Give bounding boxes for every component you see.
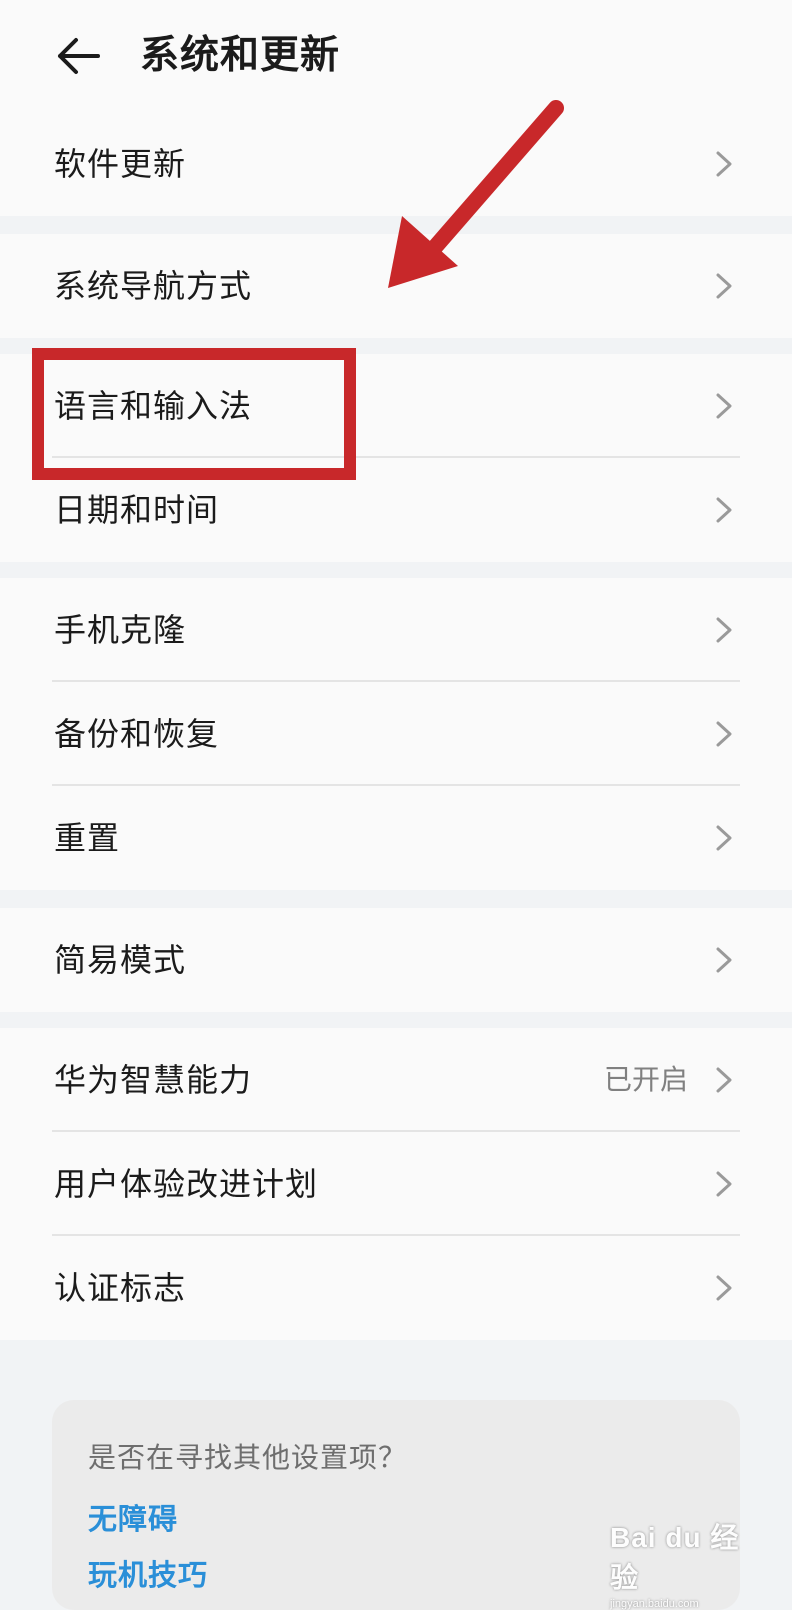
link-accessibility[interactable]: 无障碍 <box>88 1496 178 1538</box>
settings-item-label: 简易模式 <box>54 941 187 979</box>
settings-item-huawei-ai[interactable]: 华为智慧能力 已开启 <box>0 1028 792 1132</box>
chevron-right-icon <box>716 617 732 643</box>
settings-item-label: 手机克隆 <box>54 611 187 649</box>
settings-group-update: 软件更新 <box>0 112 792 216</box>
chevron-right-icon <box>716 151 732 177</box>
watermark-main: Bai du 经验 <box>610 1522 740 1593</box>
chevron-right-icon <box>716 721 732 747</box>
settings-item-language-input[interactable]: 语言和输入法 <box>0 354 792 458</box>
settings-item-system-navigation[interactable]: 系统导航方式 <box>0 234 792 338</box>
settings-item-certification[interactable]: 认证标志 <box>0 1236 792 1340</box>
chevron-right-icon <box>716 947 732 973</box>
settings-item-label: 华为智慧能力 <box>54 1061 253 1099</box>
settings-item-user-experience[interactable]: 用户体验改进计划 <box>0 1132 792 1236</box>
chevron-right-icon <box>716 1067 732 1093</box>
settings-group-huawei: 华为智慧能力 已开启 用户体验改进计划 认证标志 <box>0 1028 792 1340</box>
back-button[interactable] <box>50 30 106 82</box>
settings-item-label: 认证标志 <box>54 1269 187 1307</box>
settings-item-label: 备份和恢复 <box>54 715 220 753</box>
settings-group-simple-mode: 简易模式 <box>0 908 792 1012</box>
settings-item-label: 用户体验改进计划 <box>54 1165 319 1203</box>
settings-item-simple-mode[interactable]: 简易模式 <box>0 908 792 1012</box>
status-value: 已开启 <box>603 1063 688 1096</box>
settings-item-label: 软件更新 <box>54 145 187 183</box>
settings-item-reset[interactable]: 重置 <box>0 786 792 890</box>
settings-item-backup-restore[interactable]: 备份和恢复 <box>0 682 792 786</box>
settings-item-date-time[interactable]: 日期和时间 <box>0 458 792 562</box>
link-tips[interactable]: 玩机技巧 <box>88 1552 208 1594</box>
settings-group-language: 语言和输入法 日期和时间 <box>0 354 792 562</box>
settings-item-label: 语言和输入法 <box>54 387 253 425</box>
baidu-watermark: Bai du 经验 jingyan.baidu.com <box>610 1516 750 1610</box>
settings-item-label: 重置 <box>54 819 121 857</box>
settings-item-software-update[interactable]: 软件更新 <box>0 112 792 216</box>
suggestion-title: 是否在寻找其他设置项？ <box>88 1441 408 1474</box>
chevron-right-icon <box>716 497 732 523</box>
page-title: 系统和更新 <box>140 33 341 78</box>
chevron-right-icon <box>716 1275 732 1301</box>
chevron-right-icon <box>716 273 732 299</box>
title-bar: 系统和更新 <box>0 0 792 112</box>
chevron-right-icon <box>716 393 732 419</box>
settings-item-phone-clone[interactable]: 手机克隆 <box>0 578 792 682</box>
settings-item-label: 日期和时间 <box>54 491 220 529</box>
chevron-right-icon <box>716 825 732 851</box>
settings-item-label: 系统导航方式 <box>54 267 253 305</box>
chevron-right-icon <box>716 1171 732 1197</box>
settings-group-navigation: 系统导航方式 <box>0 234 792 338</box>
settings-group-backup: 手机克隆 备份和恢复 重置 <box>0 578 792 890</box>
arrow-left-icon <box>58 38 100 74</box>
